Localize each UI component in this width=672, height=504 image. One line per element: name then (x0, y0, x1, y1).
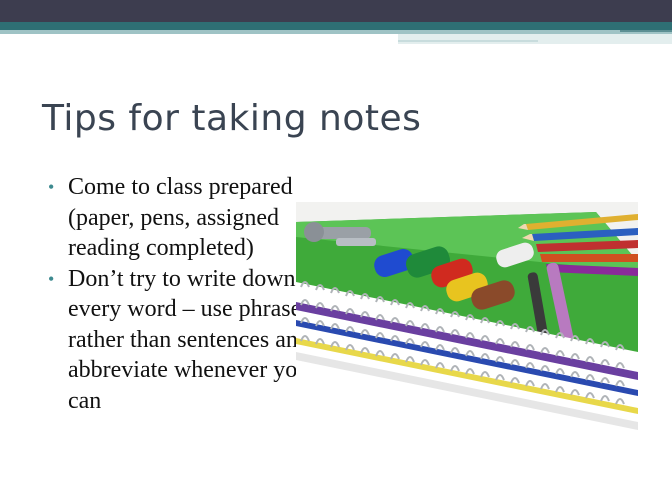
bullet-dot-icon: • (48, 268, 55, 289)
header-pale-line (398, 40, 538, 42)
header-corner-line (620, 30, 672, 32)
header-accent-stripe (0, 22, 672, 30)
bullet-text: Don’t try to write down every word – use… (68, 265, 311, 414)
bullet-text: Come to class prepared (paper, pens, ass… (68, 174, 293, 261)
header-bar (0, 0, 672, 22)
bullet-item: • Don’t try to write down every word – u… (48, 264, 318, 417)
header-pale-stripe (398, 34, 672, 44)
slide-title: Tips for taking notes (42, 98, 422, 139)
bullet-list: • Come to class prepared (paper, pens, a… (48, 172, 318, 416)
bullet-dot-icon: • (48, 177, 55, 197)
school-supplies-photo (296, 202, 638, 430)
bullet-item: • Come to class prepared (paper, pens, a… (48, 172, 318, 264)
